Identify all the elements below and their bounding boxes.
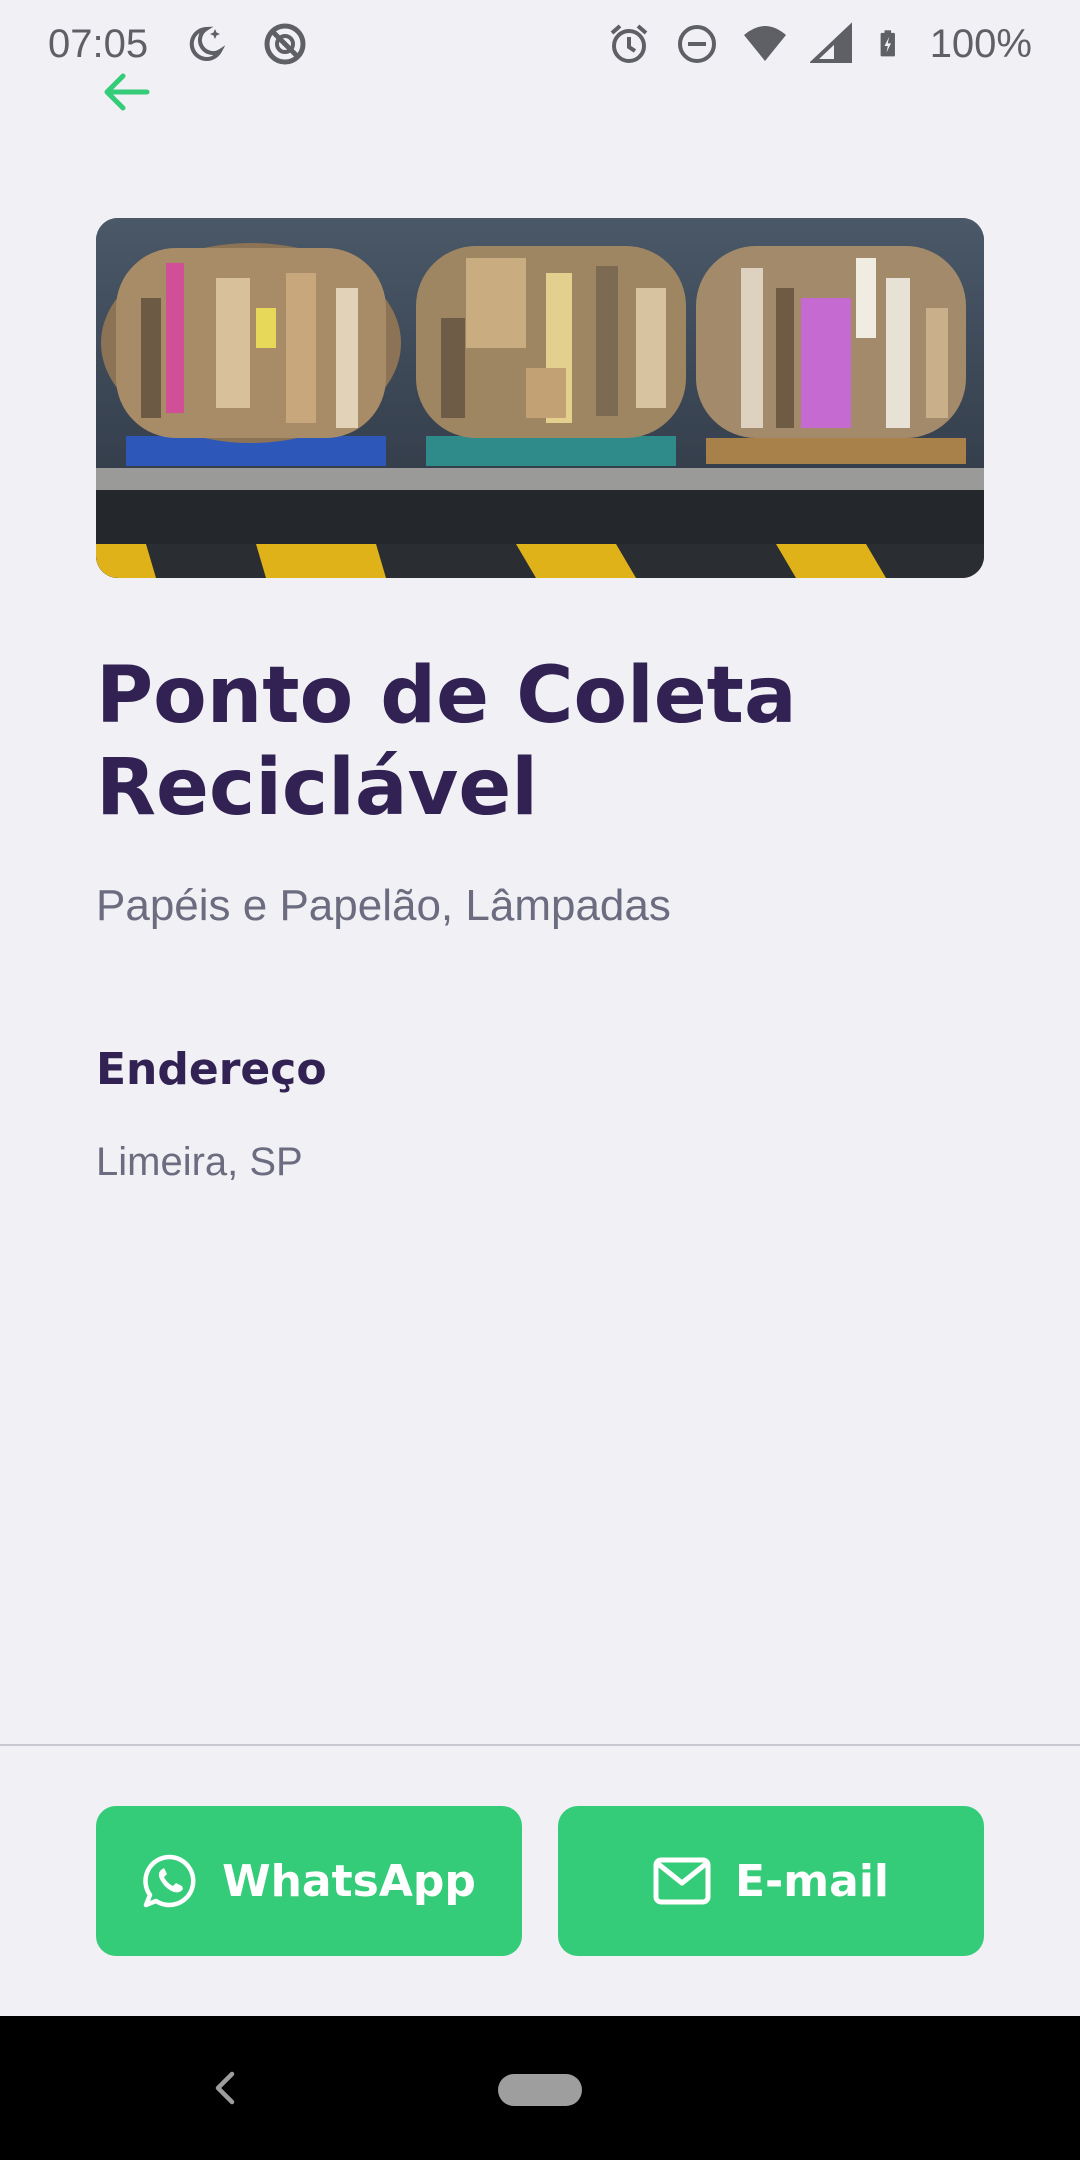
signal-icon (809, 22, 852, 63)
back-button[interactable] (96, 66, 156, 118)
whatsapp-label: WhatsApp (222, 1855, 476, 1907)
moon-star-icon (189, 26, 226, 61)
footer-divider (0, 1744, 1080, 1746)
status-battery: 100% (929, 21, 1032, 66)
nav-back-button[interactable] (196, 2056, 252, 2120)
whatsapp-button[interactable]: WhatsApp (96, 1806, 522, 1956)
status-right: 100% (606, 14, 1032, 74)
screen: 07:05 100% Ponto de Coleta Reciclável Pa… (0, 0, 1080, 2160)
no-disturb-ring-icon (264, 23, 306, 65)
address-heading: Endereço (96, 1044, 327, 1095)
nav-home-pill[interactable] (498, 2074, 582, 2106)
email-button[interactable]: E-mail (558, 1806, 984, 1956)
point-title: Ponto de Coleta Reciclável (96, 651, 797, 833)
point-image (96, 218, 984, 578)
status-bar: 07:05 100% (0, 0, 1080, 86)
status-time: 07:05 (48, 21, 149, 66)
do-not-disturb-icon (677, 25, 716, 63)
whatsapp-icon (143, 1854, 196, 1908)
email-label: E-mail (734, 1855, 890, 1907)
arrow-left-icon (104, 73, 150, 111)
point-items: Papéis e Papelão, Lâmpadas (96, 881, 671, 930)
alarm-icon (610, 24, 648, 63)
battery-charging-icon (880, 30, 895, 57)
cardboard-bales-photo (96, 218, 984, 578)
status-left: 07:05 (48, 14, 308, 74)
mail-icon (653, 1857, 711, 1905)
wifi-icon (743, 26, 786, 61)
address-value: Limeira, SP (96, 1140, 303, 1184)
nav-back-icon (215, 2071, 235, 2105)
